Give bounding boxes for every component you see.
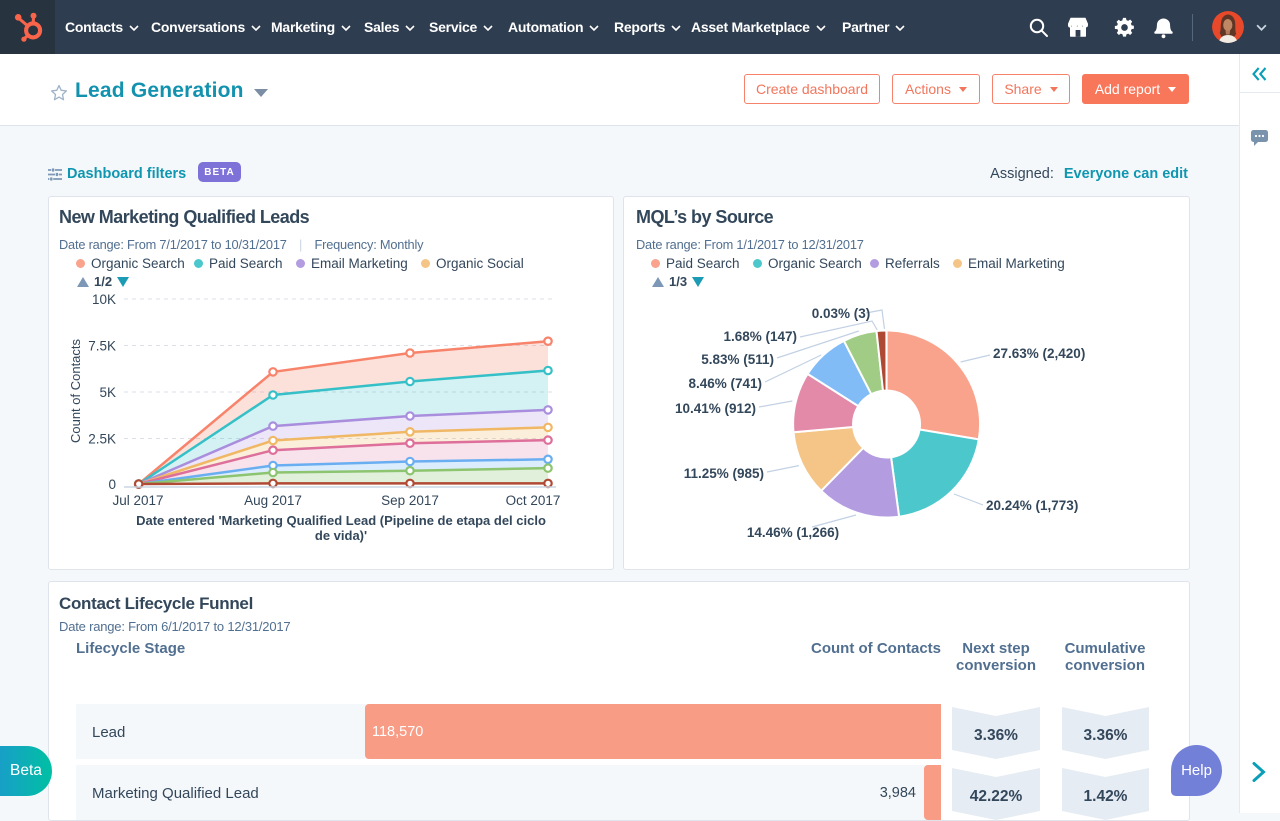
svg-text:Aug 2017: Aug 2017 xyxy=(244,493,302,508)
svg-text:7.5K: 7.5K xyxy=(88,339,116,354)
svg-text:Date entered 'Marketing Qualif: Date entered 'Marketing Qualified Lead (… xyxy=(136,513,546,528)
svg-text:5.83% (511): 5.83% (511) xyxy=(701,352,774,367)
svg-text:Count of Contacts: Count of Contacts xyxy=(68,338,83,443)
svg-text:Oct 2017: Oct 2017 xyxy=(506,493,561,508)
svg-text:14.46% (1,266): 14.46% (1,266) xyxy=(747,525,839,540)
svg-text:2.5K: 2.5K xyxy=(88,432,116,447)
svg-text:0.03% (3): 0.03% (3) xyxy=(812,306,871,321)
svg-text:5K: 5K xyxy=(99,385,116,400)
svg-text:0: 0 xyxy=(108,477,116,492)
svg-text:20.24% (1,773): 20.24% (1,773) xyxy=(986,498,1078,513)
svg-text:Sep 2017: Sep 2017 xyxy=(381,493,439,508)
svg-text:8.46% (741): 8.46% (741) xyxy=(688,376,762,391)
svg-text:10K: 10K xyxy=(92,292,116,307)
svg-text:1.68% (147): 1.68% (147) xyxy=(723,329,797,344)
svg-text:10.41% (912): 10.41% (912) xyxy=(675,401,756,416)
svg-text:Jul 2017: Jul 2017 xyxy=(112,493,163,508)
svg-text:11.25% (985): 11.25% (985) xyxy=(684,466,764,481)
svg-text:27.63% (2,420): 27.63% (2,420) xyxy=(993,346,1085,361)
svg-text:de vida)': de vida)' xyxy=(315,528,367,543)
